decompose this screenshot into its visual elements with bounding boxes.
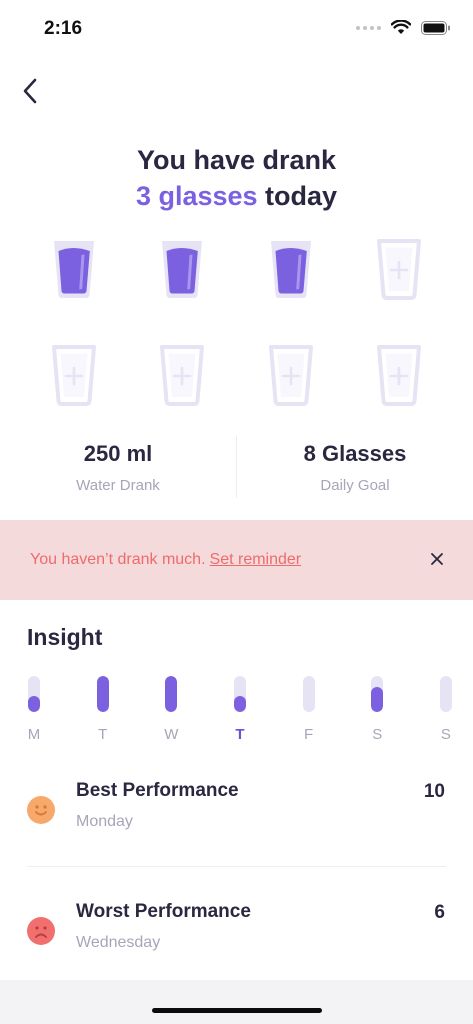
day-bar <box>96 676 109 712</box>
empty-glass-icon <box>160 345 205 406</box>
filled-glass-icon <box>54 241 94 298</box>
empty-glass-icon <box>376 345 421 406</box>
reminder-banner: You haven’t drank much. Set reminder <box>0 520 473 600</box>
stats-summary: 250 ml Water Drank 8 Glasses Daily Goal <box>0 436 473 498</box>
wifi-icon <box>391 20 411 34</box>
best-performance-day: Monday <box>76 813 133 830</box>
close-icon <box>431 553 443 565</box>
stat-value: 250 ml <box>83 441 153 466</box>
happy-face-icon <box>27 796 55 824</box>
day-bar <box>28 676 40 712</box>
best-performance-title: Best Performance <box>76 780 239 801</box>
day-label: T <box>235 726 245 743</box>
water-drank-stat: 250 ml Water Drank <box>0 436 236 498</box>
glass-slot[interactable] <box>353 238 445 304</box>
glasses-count-highlight: 3 glasses <box>135 181 258 211</box>
glass-slot[interactable] <box>353 344 445 410</box>
day-column[interactable]: T <box>89 676 117 743</box>
day-bar-fill <box>371 686 384 712</box>
glass-slot[interactable] <box>245 238 337 304</box>
day-bar-fill <box>96 676 109 712</box>
day-column[interactable]: T <box>226 676 254 743</box>
glass-row <box>28 238 445 304</box>
worst-performance-title: Worst Performance <box>76 901 251 922</box>
filled-glass-icon <box>270 241 311 298</box>
day-column[interactable]: M <box>20 676 48 743</box>
best-performance-row[interactable]: Best Performance Monday 10 <box>0 780 473 870</box>
stat-label: Water Drank <box>76 477 160 494</box>
empty-glass-icon <box>376 239 421 300</box>
worst-performance-row[interactable]: Worst Performance Wednesday 6 <box>0 901 473 991</box>
signal-icon <box>356 25 381 30</box>
status-bar: 2:16 <box>0 0 473 60</box>
daily-goal-stat: 8 Glasses Daily Goal <box>237 436 473 498</box>
day-column[interactable]: F <box>295 676 323 743</box>
empty-glass-icon <box>268 345 313 406</box>
day-column[interactable]: W <box>157 676 185 743</box>
weekly-chart: MTWTFSS <box>20 676 460 743</box>
day-bar <box>233 676 246 712</box>
day-column[interactable]: S <box>363 676 391 743</box>
day-bar-fill <box>165 676 178 712</box>
chevron-left-icon <box>23 78 37 104</box>
day-bar-fill <box>233 695 246 712</box>
empty-glass-icon <box>52 345 96 406</box>
glass-slot[interactable] <box>136 344 228 410</box>
day-bar <box>371 676 384 712</box>
title-line-2: 3 glasses today <box>0 178 473 214</box>
banner-text: You haven’t drank much. Set reminder <box>30 551 301 569</box>
sad-face-icon <box>27 917 55 945</box>
best-performance-value: 10 <box>423 781 445 802</box>
glass-slot[interactable] <box>245 344 337 410</box>
day-label: T <box>98 726 108 743</box>
filled-glass-icon <box>162 241 203 298</box>
bottom-area <box>0 980 473 1024</box>
page-title: You have drank 3 glasses today <box>0 142 473 214</box>
stat-value: 8 Glasses <box>303 441 407 466</box>
day-label: S <box>372 726 383 743</box>
glass-grid <box>28 238 445 410</box>
glass-row <box>28 344 445 410</box>
day-label: M <box>27 726 41 743</box>
title-suffix: today <box>265 181 338 211</box>
back-button[interactable] <box>14 74 46 108</box>
status-time: 2:16 <box>44 18 83 39</box>
banner-message: You haven’t drank much. <box>30 551 206 568</box>
worst-performance-value: 6 <box>434 902 445 923</box>
set-reminder-link[interactable]: Set reminder <box>210 551 302 568</box>
insight-title: Insight <box>27 624 103 650</box>
glass-slot[interactable] <box>28 344 120 410</box>
status-icons <box>356 20 451 35</box>
day-bar <box>165 676 178 712</box>
stat-label: Daily Goal <box>320 477 390 494</box>
divider <box>27 866 446 867</box>
day-label: F <box>304 726 314 743</box>
day-column[interactable]: S <box>432 676 460 743</box>
day-bar <box>302 676 315 712</box>
glass-slot[interactable] <box>28 238 120 304</box>
close-banner-button[interactable] <box>427 549 447 569</box>
day-bar <box>439 676 452 712</box>
day-bar-fill <box>28 695 40 712</box>
home-indicator <box>152 1008 322 1013</box>
day-label: S <box>440 726 451 743</box>
worst-performance-day: Wednesday <box>76 934 161 951</box>
day-label: W <box>164 726 179 743</box>
title-line-1: You have drank <box>136 145 337 175</box>
battery-icon <box>421 20 450 35</box>
glass-slot[interactable] <box>136 238 228 304</box>
